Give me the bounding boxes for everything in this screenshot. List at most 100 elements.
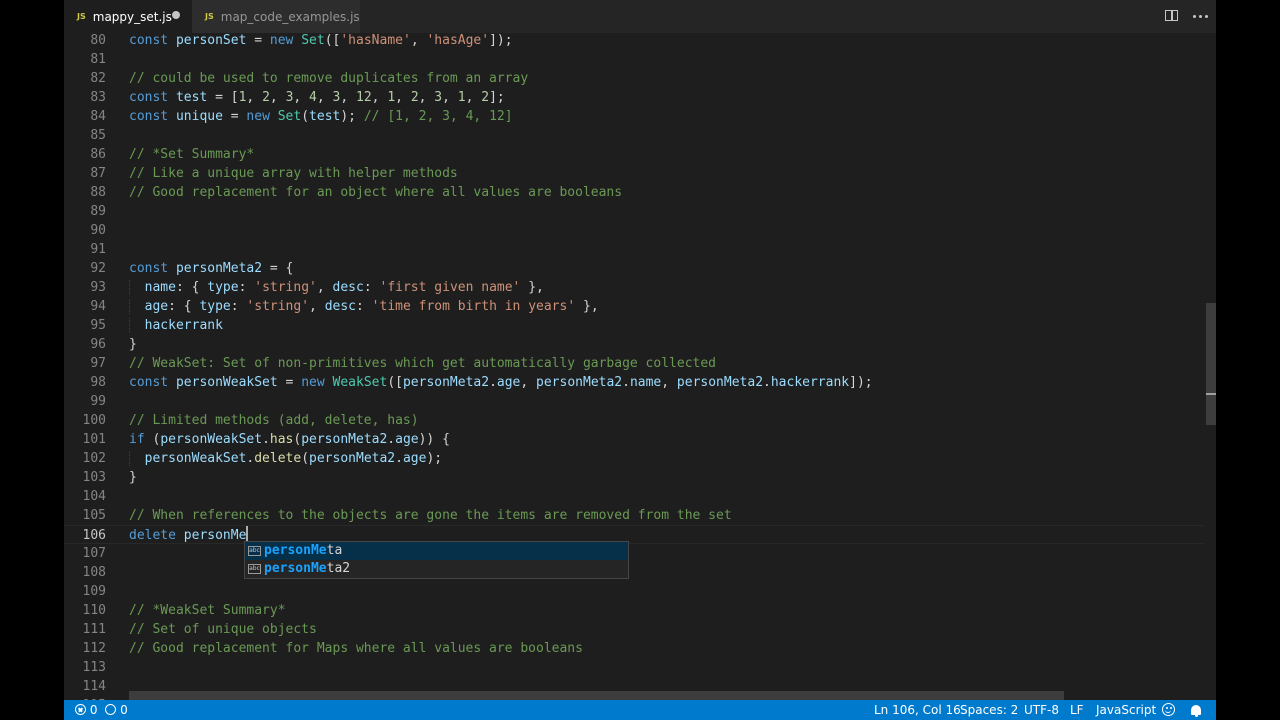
code-token: personMeta2 (402, 375, 490, 390)
line-number: 96 (90, 337, 106, 352)
code-token: // *Set Summary* (129, 147, 255, 162)
code-token: , (246, 90, 263, 105)
code-line[interactable]: 87 // Like a unique array with helper met… (64, 164, 1204, 183)
code-text: // Good replacement for Maps where all v… (129, 639, 583, 658)
code-line[interactable]: 102 personWeakSet.delete(personMeta2.age… (64, 449, 1204, 468)
code-token: type (207, 280, 239, 295)
code-line[interactable]: 103} (64, 468, 1204, 487)
line-number: 110 (82, 603, 106, 618)
code-line[interactable]: 104 (64, 487, 1204, 506)
code-line[interactable]: 90 (64, 221, 1204, 240)
code-line[interactable]: 112 // Good replacement for Maps where al… (64, 639, 1204, 658)
code-text: const unique = new Set(test); // [1, 2, … (129, 107, 513, 126)
code-line[interactable]: 107 (64, 544, 1204, 563)
end-of-line-setting[interactable]: LF (1070, 700, 1084, 720)
code-token: // Limited methods (add, delete, has) (129, 413, 419, 428)
code-token: personMeta2 (309, 451, 396, 466)
code-token: ]; (489, 90, 505, 105)
code-token: 'time from birth in years' (371, 299, 576, 314)
code-token: personMeta2 (301, 432, 388, 447)
code-editor[interactable]: 80 const personSet = new Set(['hasName', … (64, 33, 1216, 700)
code-line[interactable]: 96} (64, 335, 1204, 354)
line-number: 112 (82, 641, 106, 656)
code-line[interactable]: 105 // When references to the objects are… (64, 506, 1204, 525)
more-actions-icon[interactable] (1191, 7, 1209, 25)
code-token: age (496, 375, 521, 390)
code-line[interactable]: 80 const personSet = new Set(['hasName', … (64, 33, 1204, 50)
code-line[interactable]: 92 const personMeta2 = { (64, 259, 1204, 278)
code-line[interactable]: 86 // *Set Summary* (64, 145, 1204, 164)
code-token: , (442, 90, 458, 105)
code-text: // Set of unique objects (129, 620, 317, 639)
code-text: // *Set Summary* (129, 145, 254, 164)
code-token: 'hasName' (340, 33, 411, 48)
code-line[interactable]: 108 (64, 563, 1204, 582)
code-text: const personMeta2 = { (129, 259, 293, 278)
error-count: 0 (89, 703, 98, 717)
tab-map-code-examples[interactable]: JS map_code_examples.js (192, 0, 360, 33)
code-token: ); (340, 109, 364, 124)
code-token: personMe (183, 528, 247, 543)
line-number: 84 (90, 109, 106, 124)
code-line[interactable]: 101 if (personWeakSet.has(personMeta2.age… (64, 430, 1204, 449)
code-token: , (293, 90, 310, 105)
code-line[interactable]: 83 const test = [1, 2, 3, 4, 3, 12, 1, 2,… (64, 88, 1204, 107)
suggestion-item[interactable]: abc personMeta (245, 542, 628, 560)
code-line[interactable]: 82 // could be used to remove duplicates … (64, 69, 1204, 88)
code-line[interactable]: 106 delete personMe (64, 525, 1204, 544)
line-number: 89 (90, 204, 106, 219)
horizontal-scroll-thumb[interactable] (129, 691, 1064, 700)
code-token: 'hasAge' (426, 33, 490, 48)
code-line[interactable]: 84 const unique = new Set(test); // [1, 2… (64, 107, 1204, 126)
code-token: const (129, 375, 169, 390)
problems-indicator[interactable]: 0 0 (75, 700, 128, 720)
code-token: 1 (457, 90, 466, 105)
code-line[interactable]: 85 (64, 126, 1204, 145)
code-line[interactable]: 81 (64, 50, 1204, 69)
code-line[interactable]: 94 age: { type: 'string', desc: 'time fr… (64, 297, 1204, 316)
encoding-setting[interactable]: UTF-8 (1024, 700, 1059, 720)
language-mode[interactable]: JavaScript (1096, 700, 1156, 720)
feedback-smiley-icon[interactable] (1162, 700, 1175, 720)
code-line[interactable]: 98 const personWeakSet = new WeakSet([per… (64, 373, 1204, 392)
indentation-setting[interactable]: Spaces: 2 (960, 700, 1018, 720)
notifications-bell-icon[interactable] (1191, 700, 1201, 720)
code-line[interactable]: 111 // Set of unique objects (64, 620, 1204, 639)
cursor-position[interactable]: Ln 106, Col 16 (874, 700, 961, 720)
code-line[interactable]: 99 (64, 392, 1204, 411)
code-line[interactable]: 93 name: { type: 'string', desc: 'first … (64, 278, 1204, 297)
code-line[interactable]: 88 // Good replacement for an object wher… (64, 183, 1204, 202)
code-token: ([ (387, 375, 403, 390)
code-line[interactable]: 100 // Limited methods (add, delete, has) (64, 411, 1204, 430)
code-token: 12 (356, 90, 372, 105)
code-token: ( (301, 109, 310, 124)
code-line[interactable]: 110 // *WeakSet Summary* (64, 601, 1204, 620)
code-line[interactable]: 97 // WeakSet: Set of non-primitives whic… (64, 354, 1204, 373)
tab-label: mappy_set.js (92, 9, 172, 24)
vertical-scroll-thumb[interactable] (1206, 303, 1216, 425)
code-token: , (316, 90, 333, 105)
code-token: const (129, 109, 169, 124)
code-token: WeakSet (332, 375, 388, 390)
code-token: const (129, 90, 169, 105)
split-editor-icon[interactable] (1163, 7, 1181, 25)
word-suggestion-icon: abc (248, 564, 261, 574)
code-line[interactable]: 89 (64, 202, 1204, 221)
line-number: 83 (90, 90, 106, 105)
line-number: 92 (90, 261, 106, 276)
code-token: new (269, 33, 294, 48)
vscode-window: JS mappy_set.js JS map_code_examples.js … (64, 0, 1216, 720)
code-line[interactable]: 109 (64, 582, 1204, 601)
code-line[interactable]: 95 hackerrank (64, 316, 1204, 335)
code-line[interactable]: 91 (64, 240, 1204, 259)
suggestion-match: personMe (264, 561, 327, 576)
code-line[interactable]: 113 (64, 658, 1204, 677)
code-text: // Like a unique array with helper metho… (129, 164, 458, 183)
code-token: . (262, 432, 270, 447)
suggestion-item[interactable]: abc personMeta2 (245, 560, 628, 578)
tab-mappy-set[interactable]: JS mappy_set.js (64, 0, 192, 33)
unsaved-dot-icon[interactable] (172, 11, 180, 19)
code-token: ([ (324, 33, 341, 48)
code-token: name (144, 280, 176, 295)
vertical-scrollbar[interactable] (1202, 33, 1216, 700)
